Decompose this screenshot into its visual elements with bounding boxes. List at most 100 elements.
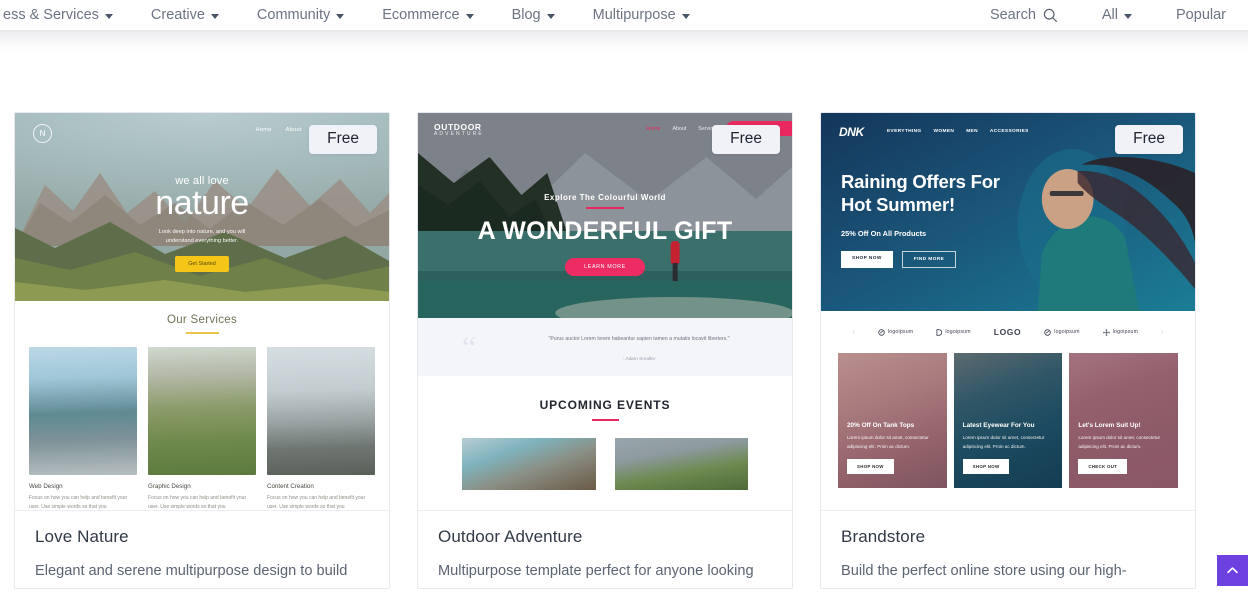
template-preview-love-nature[interactable]: Free N Home About Services Contact xyxy=(15,113,389,511)
service-image xyxy=(267,347,375,475)
hero-subtitle: 25% Off On All Products xyxy=(841,229,1000,238)
preview-nav: EVERYTHING WOMEN MEN ACCESSORIES xyxy=(887,129,1029,134)
hero-paragraph-1: Look deep into nature, and you will xyxy=(15,228,389,238)
promo-button: CHECK OUT xyxy=(1078,459,1127,474)
chevron-down-icon xyxy=(682,14,690,19)
site-header: ess & Services Creative Community Ecomme… xyxy=(0,0,1248,30)
preview-nav-item: EVERYTHING xyxy=(887,129,922,134)
nav-label: Creative xyxy=(151,7,205,23)
preview-logo: OUTDOOR ADVENTURE xyxy=(434,123,484,137)
hero-line-1: Raining Offers For xyxy=(841,171,1000,194)
hero-line-2: Hot Summer! xyxy=(841,194,1000,217)
preview-hero-text: we all love nature Look deep into nature… xyxy=(15,175,389,272)
event-image xyxy=(462,438,596,490)
brand-logo-label: logoipsum xyxy=(1113,329,1138,335)
promo-content: Let's Lorem Suit Up! Lorem ipsum dolor s… xyxy=(1078,422,1169,474)
preview-nav-item: About xyxy=(672,126,686,132)
carousel-next-icon: › xyxy=(1161,329,1163,336)
filter-label: All xyxy=(1102,7,1118,23)
template-card-love-nature[interactable]: Free N Home About Services Contact xyxy=(14,112,390,589)
nav-item-creative[interactable]: Creative xyxy=(132,7,238,23)
hero-paragraph-2: understand everything better. xyxy=(15,237,389,247)
preview-promo-row: 20% Off On Tank Tops Lorem ipsum dolor s… xyxy=(821,353,1195,488)
promo-card: Let's Lorem Suit Up! Lorem ipsum dolor s… xyxy=(1069,353,1178,488)
preview-nav-item: MEN xyxy=(966,129,978,134)
filter-dropdown-all[interactable]: All xyxy=(1080,7,1154,23)
template-preview-outdoor-adventure[interactable]: Free OUTDOOR AD xyxy=(418,113,792,511)
service-item: Graphic Design Focus on how you can help… xyxy=(148,347,256,511)
nav-item-community[interactable]: Community xyxy=(238,7,363,23)
nav-item-ecommerce[interactable]: Ecommerce xyxy=(363,7,492,23)
search-button[interactable]: Search xyxy=(968,7,1080,23)
services-heading: Our Services xyxy=(15,314,389,326)
card-description: Elegant and serene multipurpose design t… xyxy=(35,561,369,582)
brand-logo-label: logoipsum xyxy=(888,329,913,335)
chevron-down-icon xyxy=(466,14,474,19)
hero-buttons: SHOP NOW FIND MORE xyxy=(841,251,1000,268)
logoipsum-d-icon xyxy=(936,329,942,336)
hero-title: nature xyxy=(15,186,389,221)
quote-text: "Purus auctor Lorem lorem habeantur sapi… xyxy=(504,336,774,342)
template-preview-brandstore[interactable]: Free DNK xyxy=(821,113,1195,511)
preview-brand-logos: ‹ logoipsum logoipsum LOGO logoipsum xyxy=(821,311,1195,353)
hero-subtitle: Explore The Colourful World xyxy=(418,193,792,202)
header-actions: Search All Popular xyxy=(968,7,1248,23)
promo-title: Let's Lorem Suit Up! xyxy=(1078,422,1169,429)
nav-item-blog[interactable]: Blog xyxy=(493,7,574,23)
chevron-down-icon xyxy=(211,14,219,19)
sort-dropdown-popular[interactable]: Popular xyxy=(1154,7,1248,23)
events-heading: UPCOMING EVENTS xyxy=(418,398,792,412)
preview-nav-item: ACCESSORIES xyxy=(990,129,1029,134)
logo-bottom: ADVENTURE xyxy=(434,132,484,137)
promo-content: Latest Eyewear For You Lorem ipsum dolor… xyxy=(963,422,1054,474)
chevron-down-icon xyxy=(336,14,344,19)
nav-item-business-services[interactable]: ess & Services xyxy=(0,7,132,23)
sort-label: Popular xyxy=(1176,7,1226,23)
card-title: Love Nature xyxy=(35,527,369,547)
scroll-to-top-button[interactable] xyxy=(1217,555,1248,586)
badge-free: Free xyxy=(1115,125,1183,154)
service-item: Web Design Focus on how you can help and… xyxy=(29,347,137,511)
events-row xyxy=(418,421,792,490)
brand-logo: logoipsum xyxy=(1044,329,1079,336)
carousel-prev-icon: ‹ xyxy=(853,329,855,336)
promo-card: 20% Off On Tank Tops Lorem ipsum dolor s… xyxy=(838,353,947,488)
card-body: Love Nature Elegant and serene multipurp… xyxy=(15,511,389,588)
logoipsum-circle-icon xyxy=(878,329,885,336)
nav-label: ess & Services xyxy=(3,7,99,23)
service-image xyxy=(148,347,256,475)
service-title: Graphic Design xyxy=(148,483,256,490)
promo-button: SHOP NOW xyxy=(847,459,894,474)
card-body: Outdoor Adventure Multipurpose template … xyxy=(418,511,792,588)
badge-free: Free xyxy=(309,125,377,154)
event-image xyxy=(615,438,749,490)
preview-hero-text: Raining Offers For Hot Summer! 25% Off O… xyxy=(841,171,1000,268)
promo-title: 20% Off On Tank Tops xyxy=(847,422,938,429)
preview-events-section: UPCOMING EVENTS xyxy=(418,376,792,490)
logoipsum-circle-icon xyxy=(1044,329,1051,336)
preview-nav-item: Home xyxy=(256,127,272,133)
service-title: Web Design xyxy=(29,483,137,490)
services-row: Web Design Focus on how you can help and… xyxy=(15,334,389,511)
promo-button: SHOP NOW xyxy=(963,459,1010,474)
nav-item-multipurpose[interactable]: Multipurpose xyxy=(574,7,709,23)
template-card-brandstore[interactable]: Free DNK xyxy=(820,112,1196,589)
preview-nav-item: About xyxy=(286,127,302,133)
template-card-outdoor-adventure[interactable]: Free OUTDOOR AD xyxy=(417,112,793,589)
promo-text: Lorem ipsum dolor sit amet, consectetur … xyxy=(1078,434,1169,451)
service-text: Focus on how you can help and benefit yo… xyxy=(29,494,137,511)
hero-secondary-button: FIND MORE xyxy=(902,251,957,268)
promo-content: 20% Off On Tank Tops Lorem ipsum dolor s… xyxy=(847,422,938,474)
hero-cta-button: Get Started xyxy=(175,256,229,272)
promo-text: Lorem ipsum dolor sit amet, consectetur … xyxy=(963,434,1054,451)
brand-logo: logoipsum xyxy=(878,329,913,336)
preview-logo: N xyxy=(33,124,52,143)
card-description: Multipurpose template perfect for anyone… xyxy=(438,561,772,582)
brand-logo: logoipsum xyxy=(1103,329,1138,336)
brand-logo: logoipsum xyxy=(936,329,970,336)
card-description: Build the perfect online store using our… xyxy=(841,561,1175,582)
chevron-down-icon xyxy=(1124,14,1132,19)
card-body: Brandstore Build the perfect online stor… xyxy=(821,511,1195,588)
service-text: Focus on how you can help and benefit yo… xyxy=(148,494,256,511)
main-navigation: ess & Services Creative Community Ecomme… xyxy=(0,7,709,23)
